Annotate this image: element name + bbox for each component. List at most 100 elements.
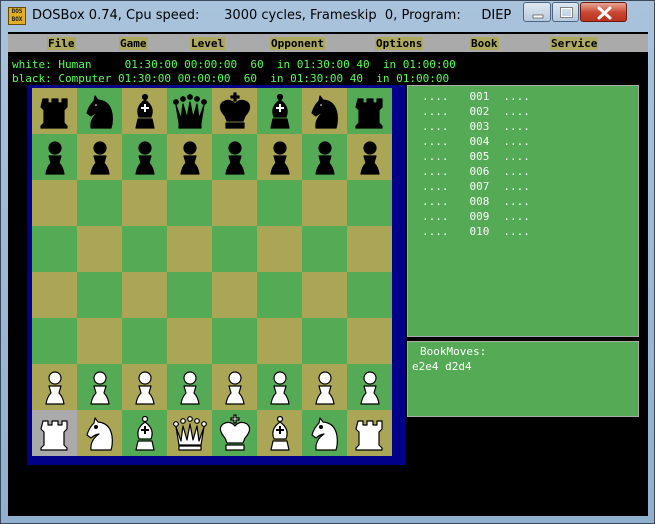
title-bar[interactable]: DOS BOX DOSBox 0.74, Cpu speed: 3000 cyc… bbox=[1, 1, 654, 31]
square-d3[interactable] bbox=[167, 318, 212, 364]
square-c2[interactable] bbox=[122, 364, 167, 410]
square-h4[interactable] bbox=[347, 272, 392, 318]
white-knight-icon[interactable] bbox=[80, 414, 120, 452]
square-g4[interactable] bbox=[302, 272, 347, 318]
dos-screen[interactable]: File Game Level Opponent Options Book Se… bbox=[8, 32, 648, 516]
square-g6[interactable] bbox=[302, 180, 347, 226]
square-h7[interactable] bbox=[347, 134, 392, 180]
square-g2[interactable] bbox=[302, 364, 347, 410]
square-e5[interactable] bbox=[212, 226, 257, 272]
square-a2[interactable] bbox=[32, 364, 77, 410]
white-knight-icon[interactable] bbox=[305, 414, 345, 452]
square-f2[interactable] bbox=[257, 364, 302, 410]
square-f7[interactable] bbox=[257, 134, 302, 180]
white-pawn-icon[interactable] bbox=[215, 368, 255, 406]
square-e6[interactable] bbox=[212, 180, 257, 226]
square-a5[interactable] bbox=[32, 226, 77, 272]
square-a4[interactable] bbox=[32, 272, 77, 318]
white-rook-icon[interactable] bbox=[350, 414, 390, 452]
square-c7[interactable] bbox=[122, 134, 167, 180]
square-h1[interactable] bbox=[347, 410, 392, 456]
white-pawn-icon[interactable] bbox=[125, 368, 165, 406]
black-king-icon[interactable] bbox=[215, 92, 255, 130]
square-f5[interactable] bbox=[257, 226, 302, 272]
square-e7[interactable] bbox=[212, 134, 257, 180]
square-c8[interactable] bbox=[122, 88, 167, 134]
white-pawn-icon[interactable] bbox=[35, 368, 75, 406]
black-bishop-icon[interactable] bbox=[125, 92, 165, 130]
square-b3[interactable] bbox=[77, 318, 122, 364]
square-a3[interactable] bbox=[32, 318, 77, 364]
square-a6[interactable] bbox=[32, 180, 77, 226]
white-bishop-icon[interactable] bbox=[125, 414, 165, 452]
chess-board[interactable] bbox=[32, 88, 392, 456]
square-g3[interactable] bbox=[302, 318, 347, 364]
square-d7[interactable] bbox=[167, 134, 212, 180]
black-pawn-icon[interactable] bbox=[125, 138, 165, 176]
square-e3[interactable] bbox=[212, 318, 257, 364]
black-knight-icon[interactable] bbox=[305, 92, 345, 130]
close-button[interactable] bbox=[580, 2, 627, 22]
square-b8[interactable] bbox=[77, 88, 122, 134]
square-e4[interactable] bbox=[212, 272, 257, 318]
square-f4[interactable] bbox=[257, 272, 302, 318]
black-pawn-icon[interactable] bbox=[260, 138, 300, 176]
black-knight-icon[interactable] bbox=[80, 92, 120, 130]
menu-file[interactable]: File bbox=[47, 37, 76, 50]
white-rook-icon[interactable] bbox=[35, 414, 75, 452]
square-b7[interactable] bbox=[77, 134, 122, 180]
square-e2[interactable] bbox=[212, 364, 257, 410]
square-d1[interactable] bbox=[167, 410, 212, 456]
white-pawn-icon[interactable] bbox=[80, 368, 120, 406]
square-f6[interactable] bbox=[257, 180, 302, 226]
maximize-button[interactable] bbox=[552, 2, 579, 22]
square-b4[interactable] bbox=[77, 272, 122, 318]
square-a1[interactable] bbox=[32, 410, 77, 456]
square-g7[interactable] bbox=[302, 134, 347, 180]
menu-opponent[interactable]: Opponent bbox=[270, 37, 325, 50]
square-e8[interactable] bbox=[212, 88, 257, 134]
black-pawn-icon[interactable] bbox=[305, 138, 345, 176]
black-pawn-icon[interactable] bbox=[80, 138, 120, 176]
square-b2[interactable] bbox=[77, 364, 122, 410]
square-d8[interactable] bbox=[167, 88, 212, 134]
black-queen-icon[interactable] bbox=[170, 92, 210, 130]
menu-level[interactable]: Level bbox=[190, 37, 226, 50]
white-pawn-icon[interactable] bbox=[260, 368, 300, 406]
square-h6[interactable] bbox=[347, 180, 392, 226]
square-h2[interactable] bbox=[347, 364, 392, 410]
square-c4[interactable] bbox=[122, 272, 167, 318]
square-d4[interactable] bbox=[167, 272, 212, 318]
black-rook-icon[interactable] bbox=[35, 92, 75, 130]
menu-game[interactable]: Game bbox=[119, 37, 148, 50]
square-b1[interactable] bbox=[77, 410, 122, 456]
white-king-icon[interactable] bbox=[215, 414, 255, 452]
white-queen-icon[interactable] bbox=[170, 414, 210, 452]
square-b5[interactable] bbox=[77, 226, 122, 272]
square-d2[interactable] bbox=[167, 364, 212, 410]
square-g5[interactable] bbox=[302, 226, 347, 272]
black-rook-icon[interactable] bbox=[350, 92, 390, 130]
menu-options[interactable]: Options bbox=[375, 37, 424, 50]
square-h5[interactable] bbox=[347, 226, 392, 272]
square-d6[interactable] bbox=[167, 180, 212, 226]
square-b6[interactable] bbox=[77, 180, 122, 226]
square-f8[interactable] bbox=[257, 88, 302, 134]
black-pawn-icon[interactable] bbox=[215, 138, 255, 176]
white-pawn-icon[interactable] bbox=[305, 368, 345, 406]
square-g8[interactable] bbox=[302, 88, 347, 134]
square-h8[interactable] bbox=[347, 88, 392, 134]
white-bishop-icon[interactable] bbox=[260, 414, 300, 452]
square-c6[interactable] bbox=[122, 180, 167, 226]
square-e1[interactable] bbox=[212, 410, 257, 456]
square-h3[interactable] bbox=[347, 318, 392, 364]
menu-book[interactable]: Book bbox=[470, 37, 499, 50]
minimize-button[interactable] bbox=[523, 2, 551, 22]
menu-service[interactable]: Service bbox=[550, 37, 599, 50]
square-a8[interactable] bbox=[32, 88, 77, 134]
square-f1[interactable] bbox=[257, 410, 302, 456]
square-d5[interactable] bbox=[167, 226, 212, 272]
white-pawn-icon[interactable] bbox=[170, 368, 210, 406]
square-c1[interactable] bbox=[122, 410, 167, 456]
white-pawn-icon[interactable] bbox=[350, 368, 390, 406]
